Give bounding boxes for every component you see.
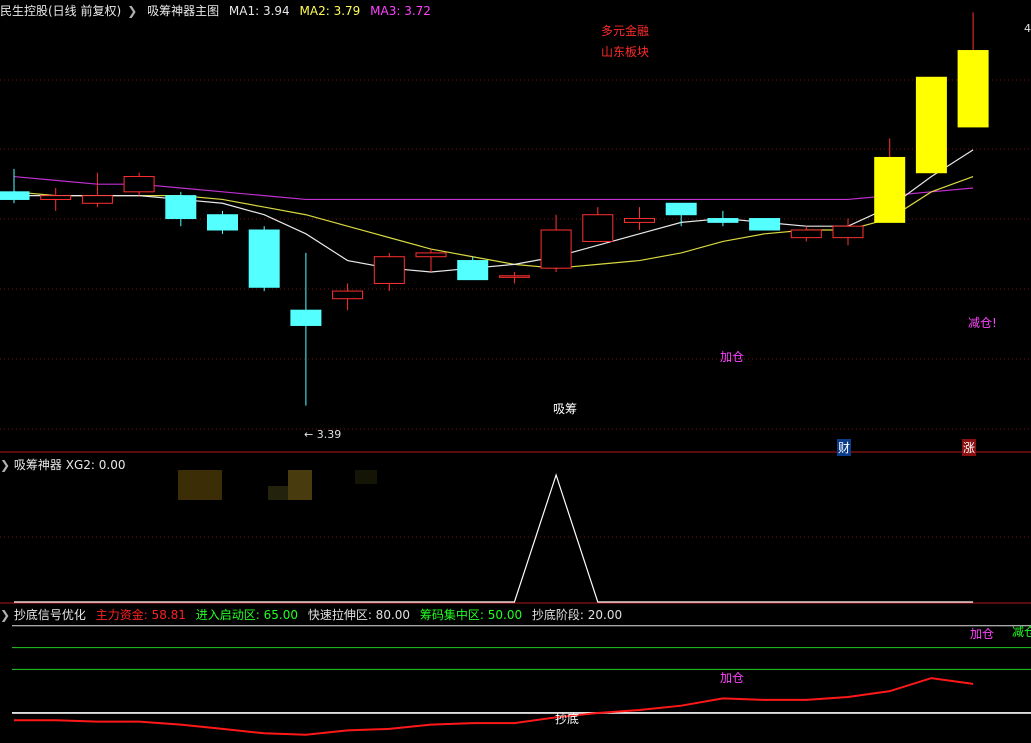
candle-body [332,290,364,300]
candle-body [498,275,530,278]
top-price-label: 4 [1024,22,1031,35]
xg2-value: XG2: 0.00 [65,458,126,472]
chaodi-label: 抄底 [555,712,580,726]
chevron-down-icon[interactable]: ❯ [0,608,10,622]
candle-body [832,225,864,239]
ma2-line [13,175,974,269]
stretch-zone-value: 快速拉伸区: 80.00 [307,608,411,622]
zhang-badge[interactable]: 涨 [962,439,977,456]
candle-body [248,229,280,288]
candle-body [457,260,489,281]
main-funds-line [14,677,974,736]
chip-zone-value: 筹码集中区: 50.00 [419,608,523,622]
candle-body [749,218,781,231]
candle-body [624,218,655,223]
jiacang-label-p3: 加仓 [720,671,745,685]
candle-body [665,202,697,216]
jiacang-label-p3-top: 加仓 [970,627,995,641]
candle-body [123,176,155,193]
candle-body [165,195,197,220]
panel3-title[interactable]: 抄底信号优化 [14,608,86,622]
candle-body [790,229,822,239]
candle-body [207,214,238,231]
bottom-stage-value: 抄底阶段: 20.00 [531,608,623,622]
main-chart[interactable] [0,0,1031,743]
candle-body [957,50,989,128]
candle-body [707,218,739,223]
low-price-label: ← 3.39 [304,428,342,441]
panel2-title[interactable]: 吸筹神器 [14,458,62,472]
noise-block [355,470,377,484]
panel3-header: ❯ 抄底信号优化 主力资金: 58.81 进入启动区: 65.00 快速拉伸区:… [0,606,622,623]
candle-body [415,252,447,258]
candle-body [0,191,30,200]
xg2-line [14,473,974,603]
noise-block [268,486,288,500]
main-funds-value: 主力资金: 58.81 [95,608,186,622]
chevron-down-icon[interactable]: ❯ [0,458,10,472]
candle-body [540,229,572,269]
xichou-label: 吸筹 [553,402,578,416]
panel2-header: ❯ 吸筹神器 XG2: 0.00 [0,456,125,473]
noise-block [288,470,312,500]
jiacang-label: 加仓 [720,350,745,364]
candle-body [874,156,906,223]
candle-body [373,256,405,284]
candle-body [915,76,947,174]
ma1-line [14,149,974,273]
jiancang-label-p3: 减仓 [1012,625,1031,639]
candle-body [290,309,322,326]
candle-body [582,214,614,242]
start-zone-value: 进入启动区: 65.00 [195,608,298,622]
jiancang-label: 减仓! [968,316,997,330]
candle-body [81,195,113,204]
noise-block [178,470,222,500]
low-price-value: 3.39 [316,428,342,441]
candle-body [40,195,72,200]
cai-badge[interactable]: 财 [837,439,852,456]
